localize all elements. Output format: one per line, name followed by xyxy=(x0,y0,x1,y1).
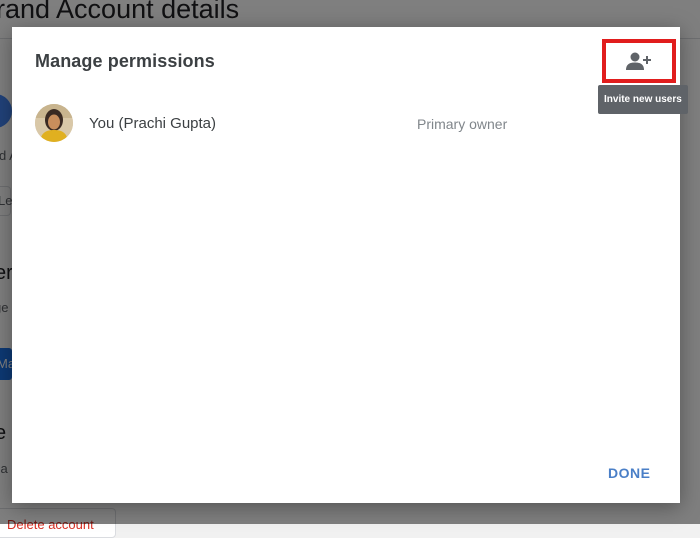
manage-permissions-dialog: Manage permissions Invite new users You … xyxy=(12,27,688,503)
user-row: You (Prachi Gupta) Primary owner xyxy=(35,102,635,146)
avatar xyxy=(35,104,73,142)
dialog-title: Manage permissions xyxy=(35,51,215,71)
user-role: Primary owner xyxy=(417,116,508,132)
add-person-icon xyxy=(626,51,652,71)
user-name: You (Prachi Gupta) xyxy=(89,115,217,132)
done-button[interactable]: DONE xyxy=(602,461,656,485)
invite-new-users-button[interactable] xyxy=(602,39,676,83)
